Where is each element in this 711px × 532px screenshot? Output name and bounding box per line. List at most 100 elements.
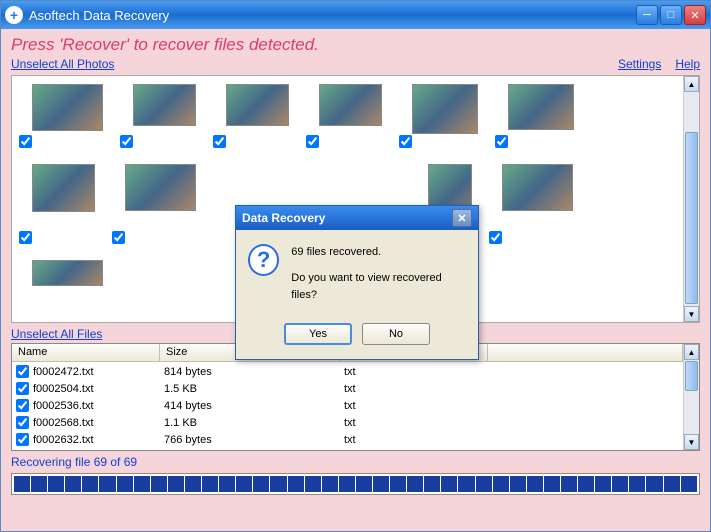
file-name: f0002568.txt — [33, 417, 94, 429]
photo-thumbnail[interactable] — [32, 84, 103, 131]
photo-thumbnail[interactable] — [319, 84, 382, 126]
photo-item[interactable] — [32, 260, 103, 286]
photo-checkbox[interactable] — [306, 135, 319, 148]
window-controls: ─ □ ✕ — [636, 5, 706, 25]
photo-thumbnail[interactable] — [508, 84, 574, 130]
progress-segment — [424, 476, 440, 492]
photo-checkbox[interactable] — [120, 135, 133, 148]
photo-checkbox[interactable] — [19, 135, 32, 148]
unselect-all-photos-link[interactable]: Unselect All Photos — [11, 57, 114, 71]
progress-segment — [117, 476, 133, 492]
files-scroll-down-icon[interactable]: ▼ — [684, 434, 699, 450]
file-ext: txt — [340, 414, 488, 431]
progress-segment — [356, 476, 372, 492]
photo-item[interactable] — [226, 84, 289, 134]
table-row[interactable]: f0002472.txt — [12, 363, 160, 380]
photo-thumbnail[interactable] — [412, 84, 478, 134]
file-checkbox[interactable] — [16, 365, 29, 378]
progress-segment — [31, 476, 47, 492]
files-scroll-up-icon[interactable]: ▲ — [684, 344, 699, 360]
scroll-thumb[interactable] — [685, 132, 698, 304]
settings-link[interactable]: Settings — [618, 57, 661, 71]
photo-checkbox[interactable] — [213, 135, 226, 148]
col-header-name[interactable]: Name — [12, 344, 160, 362]
top-links-row: Unselect All Photos Settings Help — [11, 57, 700, 71]
yes-button[interactable]: Yes — [284, 323, 352, 345]
progress-segment — [82, 476, 98, 492]
progress-bar — [11, 473, 700, 495]
progress-segment — [561, 476, 577, 492]
photo-item[interactable] — [125, 164, 196, 230]
dialog-line1: 69 files recovered. — [291, 244, 466, 262]
file-ext: txt — [340, 397, 488, 414]
scroll-down-icon[interactable]: ▼ — [684, 306, 699, 322]
file-size: 766 bytes — [160, 431, 340, 448]
window-title: Asoftech Data Recovery — [29, 8, 636, 23]
photo-thumbnail[interactable] — [32, 260, 103, 286]
file-name: f0002536.txt — [33, 400, 94, 412]
photo-item[interactable] — [133, 84, 196, 134]
progress-segment — [322, 476, 338, 492]
photo-item[interactable] — [508, 84, 574, 134]
progress-segment — [151, 476, 167, 492]
photo-item[interactable] — [502, 164, 573, 230]
instruction-text: Press 'Recover' to recover files detecte… — [11, 35, 700, 55]
progress-segment — [390, 476, 406, 492]
files-scrollbar[interactable]: ▲ ▼ — [683, 344, 699, 450]
file-checkbox[interactable] — [16, 382, 29, 395]
photo-thumbnail[interactable] — [226, 84, 289, 126]
photo-checkbox[interactable] — [489, 231, 502, 244]
progress-segment — [595, 476, 611, 492]
progress-segment — [14, 476, 30, 492]
progress-segment — [476, 476, 492, 492]
file-checkbox[interactable] — [16, 433, 29, 446]
photo-item[interactable] — [32, 84, 103, 134]
progress-segment — [612, 476, 628, 492]
photo-item[interactable] — [412, 84, 478, 134]
files-scroll-thumb[interactable] — [685, 361, 698, 391]
photo-thumbnail[interactable] — [32, 164, 95, 212]
progress-segment — [236, 476, 252, 492]
photo-thumbnail[interactable] — [502, 164, 573, 211]
photo-checkbox[interactable] — [19, 231, 32, 244]
no-button[interactable]: No — [362, 323, 430, 345]
progress-segment — [664, 476, 680, 492]
table-row[interactable]: f0002568.txt — [12, 414, 160, 431]
minimize-button[interactable]: ─ — [636, 5, 658, 25]
file-ext: txt — [340, 363, 488, 380]
dialog-title: Data Recovery — [242, 211, 452, 225]
dialog-titlebar: Data Recovery ✕ — [236, 206, 478, 230]
help-link[interactable]: Help — [675, 57, 700, 71]
photo-thumbnail[interactable] — [133, 84, 196, 126]
status-text: Recovering file 69 of 69 — [11, 455, 700, 469]
photo-thumbnail[interactable] — [125, 164, 196, 211]
unselect-all-files-link[interactable]: Unselect All Files — [11, 327, 102, 341]
titlebar: + Asoftech Data Recovery ─ □ ✕ — [1, 1, 710, 29]
progress-segment — [339, 476, 355, 492]
progress-segment — [219, 476, 235, 492]
photo-item[interactable] — [32, 164, 95, 230]
photo-item[interactable] — [319, 84, 382, 134]
file-checkbox[interactable] — [16, 399, 29, 412]
photo-checkbox[interactable] — [399, 135, 412, 148]
question-icon: ? — [248, 244, 279, 276]
table-row[interactable]: f0002536.txt — [12, 397, 160, 414]
photos-scrollbar[interactable]: ▲ ▼ — [683, 76, 699, 322]
table-row[interactable]: f0002504.txt — [12, 380, 160, 397]
dialog-close-button[interactable]: ✕ — [452, 209, 472, 227]
app-icon: + — [5, 6, 23, 24]
file-ext: txt — [340, 431, 488, 448]
progress-segment — [202, 476, 218, 492]
table-row[interactable]: f0002632.txt — [12, 431, 160, 448]
photo-checkbox[interactable] — [495, 135, 508, 148]
file-checkbox[interactable] — [16, 416, 29, 429]
main-window: + Asoftech Data Recovery ─ □ ✕ Press 'Re… — [0, 0, 711, 532]
file-size: 814 bytes — [160, 363, 340, 380]
file-size: 1.5 KB — [160, 380, 340, 397]
progress-segment — [305, 476, 321, 492]
scroll-up-icon[interactable]: ▲ — [684, 76, 699, 92]
close-button[interactable]: ✕ — [684, 5, 706, 25]
maximize-button[interactable]: □ — [660, 5, 682, 25]
progress-segment — [270, 476, 286, 492]
photo-checkbox[interactable] — [112, 231, 125, 244]
